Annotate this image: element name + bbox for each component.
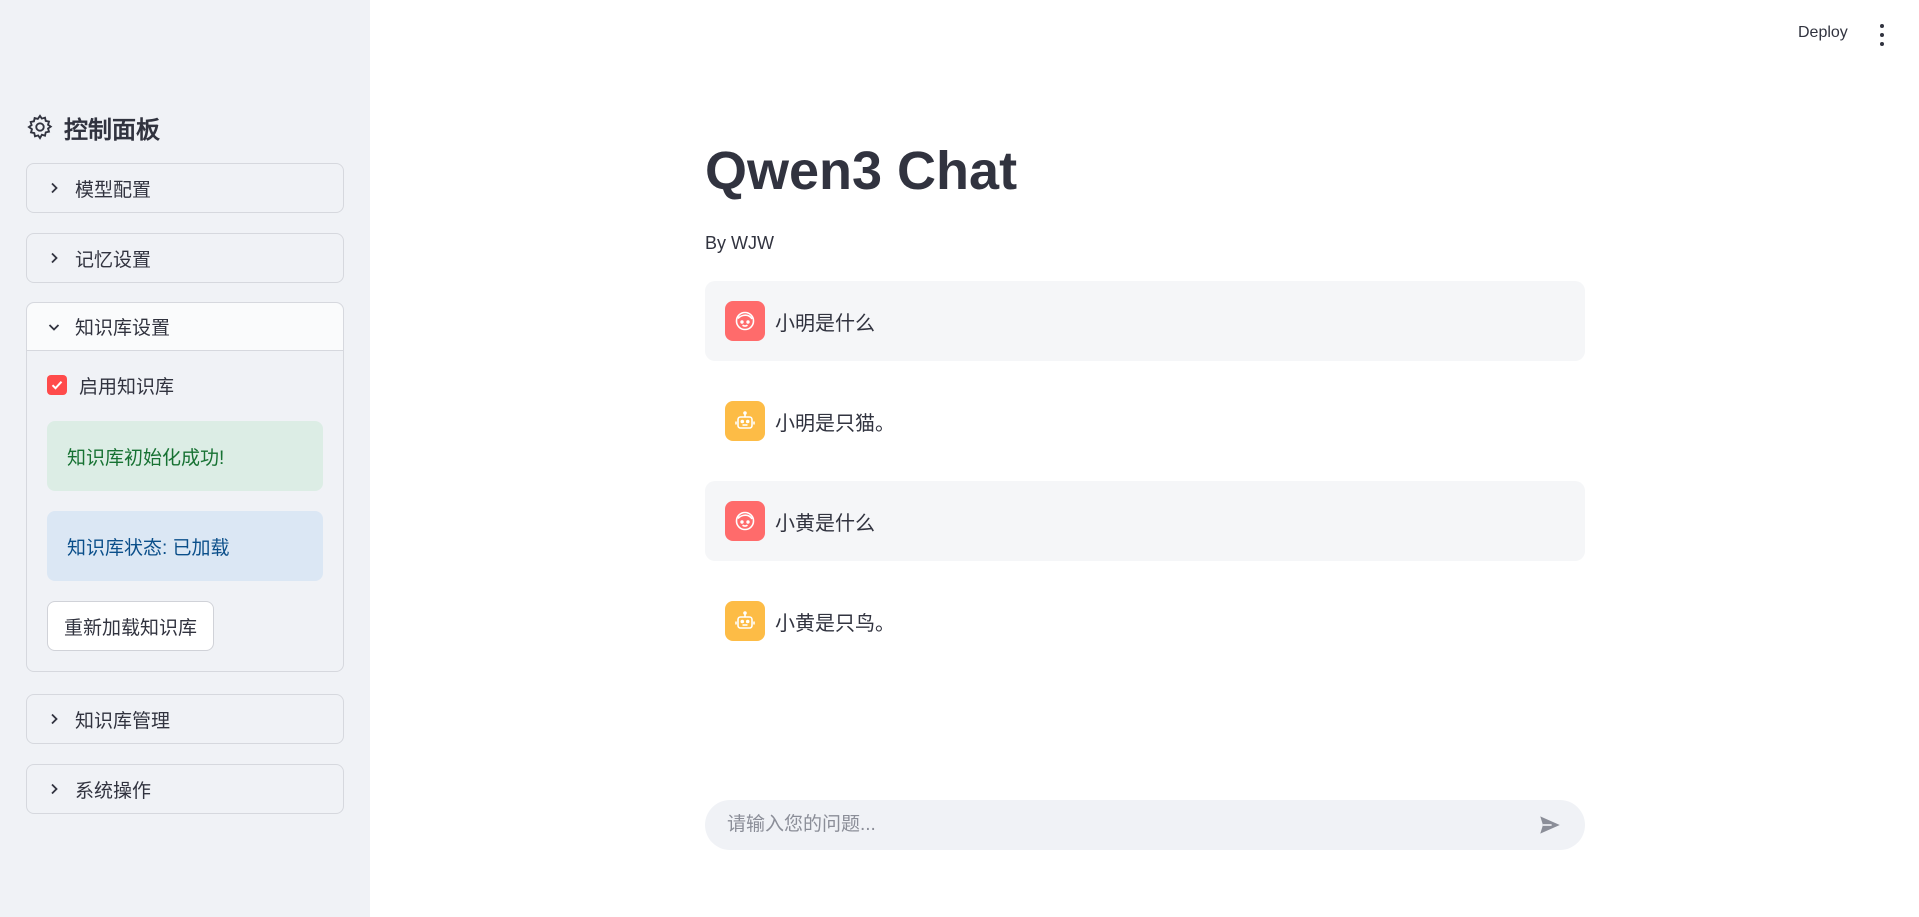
expander-body: 启用知识库 知识库初始化成功! 知识库状态: 已加载 重新加载知识库 [27, 351, 343, 671]
chevron-down-icon [48, 323, 60, 331]
expander-header[interactable]: 记忆设置 [27, 234, 343, 282]
page-title: Qwen3 Chat [705, 141, 1018, 201]
chat-message-user: 小黄是什么 [705, 481, 1585, 561]
enable-knowledge-checkbox[interactable]: 启用知识库 [47, 369, 323, 401]
send-icon[interactable] [1537, 812, 1563, 838]
expander-knowledge-management[interactable]: 知识库管理 [26, 694, 344, 744]
expander-model-config[interactable]: 模型配置 [26, 163, 344, 213]
sidebar-title: 控制面板 [26, 110, 160, 144]
chevron-right-icon [51, 713, 58, 725]
expander-system-operations[interactable]: 系统操作 [26, 764, 344, 814]
app-root: 控制面板 模型配置 记忆设置 知识库设置 启用知识库 知识库初始化成功! 知识库… [0, 0, 1919, 917]
chat-message-text: 小明是什么 [775, 312, 875, 335]
chat-message-text: 小黄是什么 [775, 512, 875, 535]
bot-avatar-icon [725, 401, 765, 441]
expander-header[interactable]: 系统操作 [27, 765, 343, 813]
chevron-right-icon [51, 783, 58, 795]
deploy-button[interactable]: Deploy [1798, 24, 1848, 42]
chat-input[interactable] [727, 814, 1537, 836]
expander-knowledge-settings: 知识库设置 启用知识库 知识库初始化成功! 知识库状态: 已加载 重新加载知识库 [26, 302, 344, 672]
expander-header[interactable]: 知识库管理 [27, 695, 343, 743]
chat-message-assistant: 小黄是只鸟。 [705, 581, 1585, 661]
expander-label: 知识库管理 [75, 710, 171, 732]
user-avatar-icon [725, 501, 765, 541]
sidebar-title-text: 控制面板 [64, 116, 160, 144]
chat-message-text: 小明是只猫。 [775, 412, 895, 435]
success-alert-text: 知识库初始化成功! [67, 447, 225, 469]
expander-label: 记忆设置 [75, 249, 152, 271]
expander-label: 系统操作 [75, 780, 152, 802]
reload-knowledge-button[interactable]: 重新加载知识库 [47, 601, 215, 651]
info-alert-text: 知识库状态: 已加载 [67, 537, 230, 559]
byline: By WJW [705, 233, 774, 253]
expander-header[interactable]: 模型配置 [27, 164, 343, 212]
chat-message-assistant: 小明是只猫。 [705, 381, 1585, 461]
more-vertical-icon[interactable] [1876, 24, 1888, 46]
chat-message-text: 小黄是只鸟。 [775, 612, 895, 635]
expander-label: 知识库设置 [75, 318, 171, 339]
expander-label: 模型配置 [75, 179, 152, 201]
success-alert: 知识库初始化成功! [47, 421, 323, 491]
chevron-right-icon [51, 182, 58, 194]
chat-input-bar [705, 800, 1585, 850]
bot-avatar-icon [725, 601, 765, 641]
info-alert: 知识库状态: 已加载 [47, 511, 323, 581]
chevron-right-icon [51, 252, 58, 264]
expander-memory-settings[interactable]: 记忆设置 [26, 233, 344, 283]
gear-icon [27, 114, 53, 140]
chat-message-user: 小明是什么 [705, 281, 1585, 361]
sidebar: 控制面板 模型配置 记忆设置 知识库设置 启用知识库 知识库初始化成功! 知识库… [0, 0, 370, 917]
checkbox-checked-icon[interactable] [47, 375, 67, 395]
expander-header[interactable]: 知识库设置 [27, 303, 343, 351]
user-avatar-icon [725, 301, 765, 341]
checkbox-label: 启用知识库 [79, 376, 175, 398]
